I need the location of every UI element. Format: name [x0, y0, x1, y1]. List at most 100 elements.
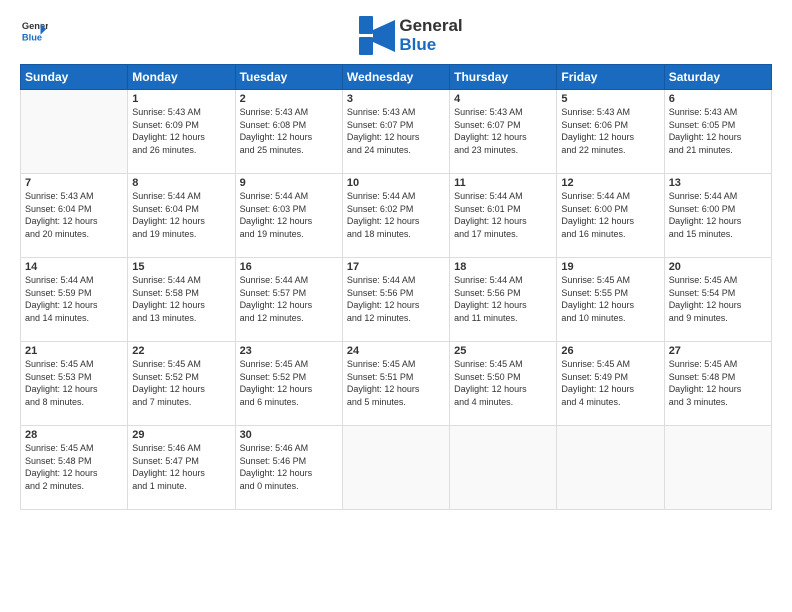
- day-number: 16: [240, 261, 338, 273]
- day-number: 24: [347, 345, 445, 357]
- day-info: Sunrise: 5:44 AM Sunset: 5:56 PM Dayligh…: [454, 274, 552, 324]
- day-info: Sunrise: 5:43 AM Sunset: 6:07 PM Dayligh…: [454, 106, 552, 156]
- logo: General Blue: [20, 16, 50, 44]
- day-info: Sunrise: 5:44 AM Sunset: 5:57 PM Dayligh…: [240, 274, 338, 324]
- calendar-header-friday: Friday: [557, 65, 664, 90]
- day-info: Sunrise: 5:44 AM Sunset: 6:04 PM Dayligh…: [132, 190, 230, 240]
- calendar-cell-empty: [450, 426, 557, 510]
- calendar-cell-day-12: 12Sunrise: 5:44 AM Sunset: 6:00 PM Dayli…: [557, 174, 664, 258]
- calendar-cell-day-11: 11Sunrise: 5:44 AM Sunset: 6:01 PM Dayli…: [450, 174, 557, 258]
- calendar-cell-day-22: 22Sunrise: 5:45 AM Sunset: 5:52 PM Dayli…: [128, 342, 235, 426]
- calendar-week-4: 21Sunrise: 5:45 AM Sunset: 5:53 PM Dayli…: [21, 342, 772, 426]
- logo-icon: General Blue: [20, 16, 48, 44]
- calendar-header-sunday: Sunday: [21, 65, 128, 90]
- day-number: 25: [454, 345, 552, 357]
- day-info: Sunrise: 5:43 AM Sunset: 6:09 PM Dayligh…: [132, 106, 230, 156]
- calendar-cell-day-4: 4Sunrise: 5:43 AM Sunset: 6:07 PM Daylig…: [450, 90, 557, 174]
- day-info: Sunrise: 5:43 AM Sunset: 6:08 PM Dayligh…: [240, 106, 338, 156]
- day-info: Sunrise: 5:44 AM Sunset: 6:00 PM Dayligh…: [561, 190, 659, 240]
- day-info: Sunrise: 5:45 AM Sunset: 5:54 PM Dayligh…: [669, 274, 767, 324]
- calendar-cell-day-6: 6Sunrise: 5:43 AM Sunset: 6:05 PM Daylig…: [664, 90, 771, 174]
- calendar-cell-day-26: 26Sunrise: 5:45 AM Sunset: 5:49 PM Dayli…: [557, 342, 664, 426]
- day-info: Sunrise: 5:45 AM Sunset: 5:55 PM Dayligh…: [561, 274, 659, 324]
- calendar-cell-day-2: 2Sunrise: 5:43 AM Sunset: 6:08 PM Daylig…: [235, 90, 342, 174]
- calendar-cell-day-10: 10Sunrise: 5:44 AM Sunset: 6:02 PM Dayli…: [342, 174, 449, 258]
- day-number: 14: [25, 261, 123, 273]
- calendar-cell-day-23: 23Sunrise: 5:45 AM Sunset: 5:52 PM Dayli…: [235, 342, 342, 426]
- calendar-cell-day-17: 17Sunrise: 5:44 AM Sunset: 5:56 PM Dayli…: [342, 258, 449, 342]
- calendar-cell-day-14: 14Sunrise: 5:44 AM Sunset: 5:59 PM Dayli…: [21, 258, 128, 342]
- day-info: Sunrise: 5:45 AM Sunset: 5:48 PM Dayligh…: [669, 358, 767, 408]
- day-info: Sunrise: 5:46 AM Sunset: 5:46 PM Dayligh…: [240, 442, 338, 492]
- calendar-cell-day-29: 29Sunrise: 5:46 AM Sunset: 5:47 PM Dayli…: [128, 426, 235, 510]
- day-info: Sunrise: 5:45 AM Sunset: 5:50 PM Dayligh…: [454, 358, 552, 408]
- calendar-table: SundayMondayTuesdayWednesdayThursdayFrid…: [20, 64, 772, 510]
- day-number: 17: [347, 261, 445, 273]
- calendar-cell-day-30: 30Sunrise: 5:46 AM Sunset: 5:46 PM Dayli…: [235, 426, 342, 510]
- day-info: Sunrise: 5:45 AM Sunset: 5:51 PM Dayligh…: [347, 358, 445, 408]
- calendar-cell-day-19: 19Sunrise: 5:45 AM Sunset: 5:55 PM Dayli…: [557, 258, 664, 342]
- day-number: 30: [240, 429, 338, 441]
- day-info: Sunrise: 5:44 AM Sunset: 6:00 PM Dayligh…: [669, 190, 767, 240]
- calendar-cell-day-27: 27Sunrise: 5:45 AM Sunset: 5:48 PM Dayli…: [664, 342, 771, 426]
- calendar-week-5: 28Sunrise: 5:45 AM Sunset: 5:48 PM Dayli…: [21, 426, 772, 510]
- day-info: Sunrise: 5:43 AM Sunset: 6:07 PM Dayligh…: [347, 106, 445, 156]
- calendar-cell-day-20: 20Sunrise: 5:45 AM Sunset: 5:54 PM Dayli…: [664, 258, 771, 342]
- day-number: 15: [132, 261, 230, 273]
- calendar-week-3: 14Sunrise: 5:44 AM Sunset: 5:59 PM Dayli…: [21, 258, 772, 342]
- calendar-cell-day-28: 28Sunrise: 5:45 AM Sunset: 5:48 PM Dayli…: [21, 426, 128, 510]
- calendar-cell-day-18: 18Sunrise: 5:44 AM Sunset: 5:56 PM Dayli…: [450, 258, 557, 342]
- calendar-header-wednesday: Wednesday: [342, 65, 449, 90]
- calendar-header-tuesday: Tuesday: [235, 65, 342, 90]
- calendar-header-saturday: Saturday: [664, 65, 771, 90]
- calendar-cell-day-7: 7Sunrise: 5:43 AM Sunset: 6:04 PM Daylig…: [21, 174, 128, 258]
- day-number: 6: [669, 93, 767, 105]
- day-info: Sunrise: 5:44 AM Sunset: 5:56 PM Dayligh…: [347, 274, 445, 324]
- day-info: Sunrise: 5:45 AM Sunset: 5:49 PM Dayligh…: [561, 358, 659, 408]
- calendar-cell-day-5: 5Sunrise: 5:43 AM Sunset: 6:06 PM Daylig…: [557, 90, 664, 174]
- day-info: Sunrise: 5:45 AM Sunset: 5:48 PM Dayligh…: [25, 442, 123, 492]
- day-number: 22: [132, 345, 230, 357]
- day-number: 10: [347, 177, 445, 189]
- day-number: 4: [454, 93, 552, 105]
- day-number: 7: [25, 177, 123, 189]
- day-number: 21: [25, 345, 123, 357]
- day-info: Sunrise: 5:43 AM Sunset: 6:05 PM Dayligh…: [669, 106, 767, 156]
- day-number: 5: [561, 93, 659, 105]
- day-info: Sunrise: 5:46 AM Sunset: 5:47 PM Dayligh…: [132, 442, 230, 492]
- calendar-header-row: SundayMondayTuesdayWednesdayThursdayFrid…: [21, 65, 772, 90]
- day-number: 9: [240, 177, 338, 189]
- calendar-header-thursday: Thursday: [450, 65, 557, 90]
- day-info: Sunrise: 5:45 AM Sunset: 5:52 PM Dayligh…: [240, 358, 338, 408]
- day-number: 8: [132, 177, 230, 189]
- logo-bird-icon: [359, 16, 395, 56]
- calendar-cell-day-15: 15Sunrise: 5:44 AM Sunset: 5:58 PM Dayli…: [128, 258, 235, 342]
- calendar-cell-day-13: 13Sunrise: 5:44 AM Sunset: 6:00 PM Dayli…: [664, 174, 771, 258]
- logo-text: General Blue: [359, 16, 462, 56]
- day-info: Sunrise: 5:45 AM Sunset: 5:52 PM Dayligh…: [132, 358, 230, 408]
- day-info: Sunrise: 5:43 AM Sunset: 6:04 PM Dayligh…: [25, 190, 123, 240]
- calendar-cell-day-24: 24Sunrise: 5:45 AM Sunset: 5:51 PM Dayli…: [342, 342, 449, 426]
- day-number: 2: [240, 93, 338, 105]
- page: General Blue General Blue SundayM: [0, 0, 792, 612]
- calendar-cell-empty: [664, 426, 771, 510]
- day-number: 26: [561, 345, 659, 357]
- day-number: 19: [561, 261, 659, 273]
- day-info: Sunrise: 5:45 AM Sunset: 5:53 PM Dayligh…: [25, 358, 123, 408]
- day-number: 18: [454, 261, 552, 273]
- day-number: 28: [25, 429, 123, 441]
- calendar-cell-day-8: 8Sunrise: 5:44 AM Sunset: 6:04 PM Daylig…: [128, 174, 235, 258]
- day-number: 29: [132, 429, 230, 441]
- day-number: 3: [347, 93, 445, 105]
- day-number: 13: [669, 177, 767, 189]
- calendar-cell-day-9: 9Sunrise: 5:44 AM Sunset: 6:03 PM Daylig…: [235, 174, 342, 258]
- day-info: Sunrise: 5:44 AM Sunset: 6:01 PM Dayligh…: [454, 190, 552, 240]
- day-number: 1: [132, 93, 230, 105]
- day-number: 12: [561, 177, 659, 189]
- calendar-week-1: 1Sunrise: 5:43 AM Sunset: 6:09 PM Daylig…: [21, 90, 772, 174]
- calendar-cell-day-1: 1Sunrise: 5:43 AM Sunset: 6:09 PM Daylig…: [128, 90, 235, 174]
- header: General Blue General Blue: [20, 16, 772, 56]
- calendar-cell-day-25: 25Sunrise: 5:45 AM Sunset: 5:50 PM Dayli…: [450, 342, 557, 426]
- calendar-week-2: 7Sunrise: 5:43 AM Sunset: 6:04 PM Daylig…: [21, 174, 772, 258]
- day-info: Sunrise: 5:43 AM Sunset: 6:06 PM Dayligh…: [561, 106, 659, 156]
